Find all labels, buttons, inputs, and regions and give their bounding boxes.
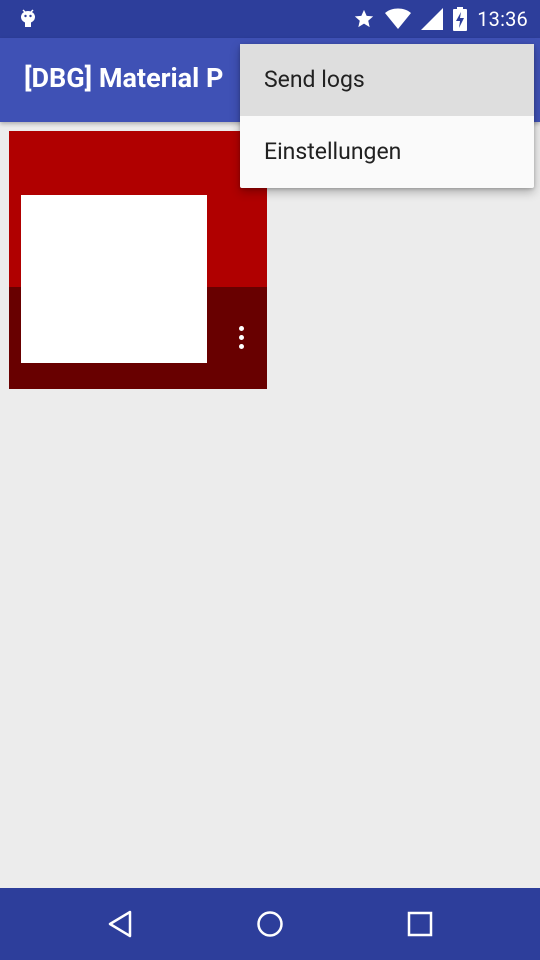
wifi-icon	[385, 8, 412, 29]
menu-item-send-logs[interactable]: Send logs	[240, 44, 534, 116]
signal-icon	[421, 8, 444, 30]
home-icon[interactable]	[250, 904, 290, 944]
recents-icon[interactable]	[400, 904, 440, 944]
android-debug-icon	[21, 9, 35, 27]
menu-item-settings[interactable]: Einstellungen	[240, 116, 534, 188]
navigation-bar	[0, 888, 540, 960]
battery-charging-icon	[453, 7, 468, 31]
status-bar: 13:36	[0, 0, 540, 38]
app-title: [DBG] Material P	[24, 62, 224, 94]
back-icon[interactable]	[100, 904, 140, 944]
card-image	[21, 195, 207, 363]
status-time: 13:36	[477, 7, 528, 31]
more-vert-icon[interactable]	[231, 321, 251, 353]
overflow-menu: Send logs Einstellungen	[240, 44, 534, 188]
star-icon	[355, 9, 374, 28]
item-card[interactable]	[9, 131, 267, 389]
